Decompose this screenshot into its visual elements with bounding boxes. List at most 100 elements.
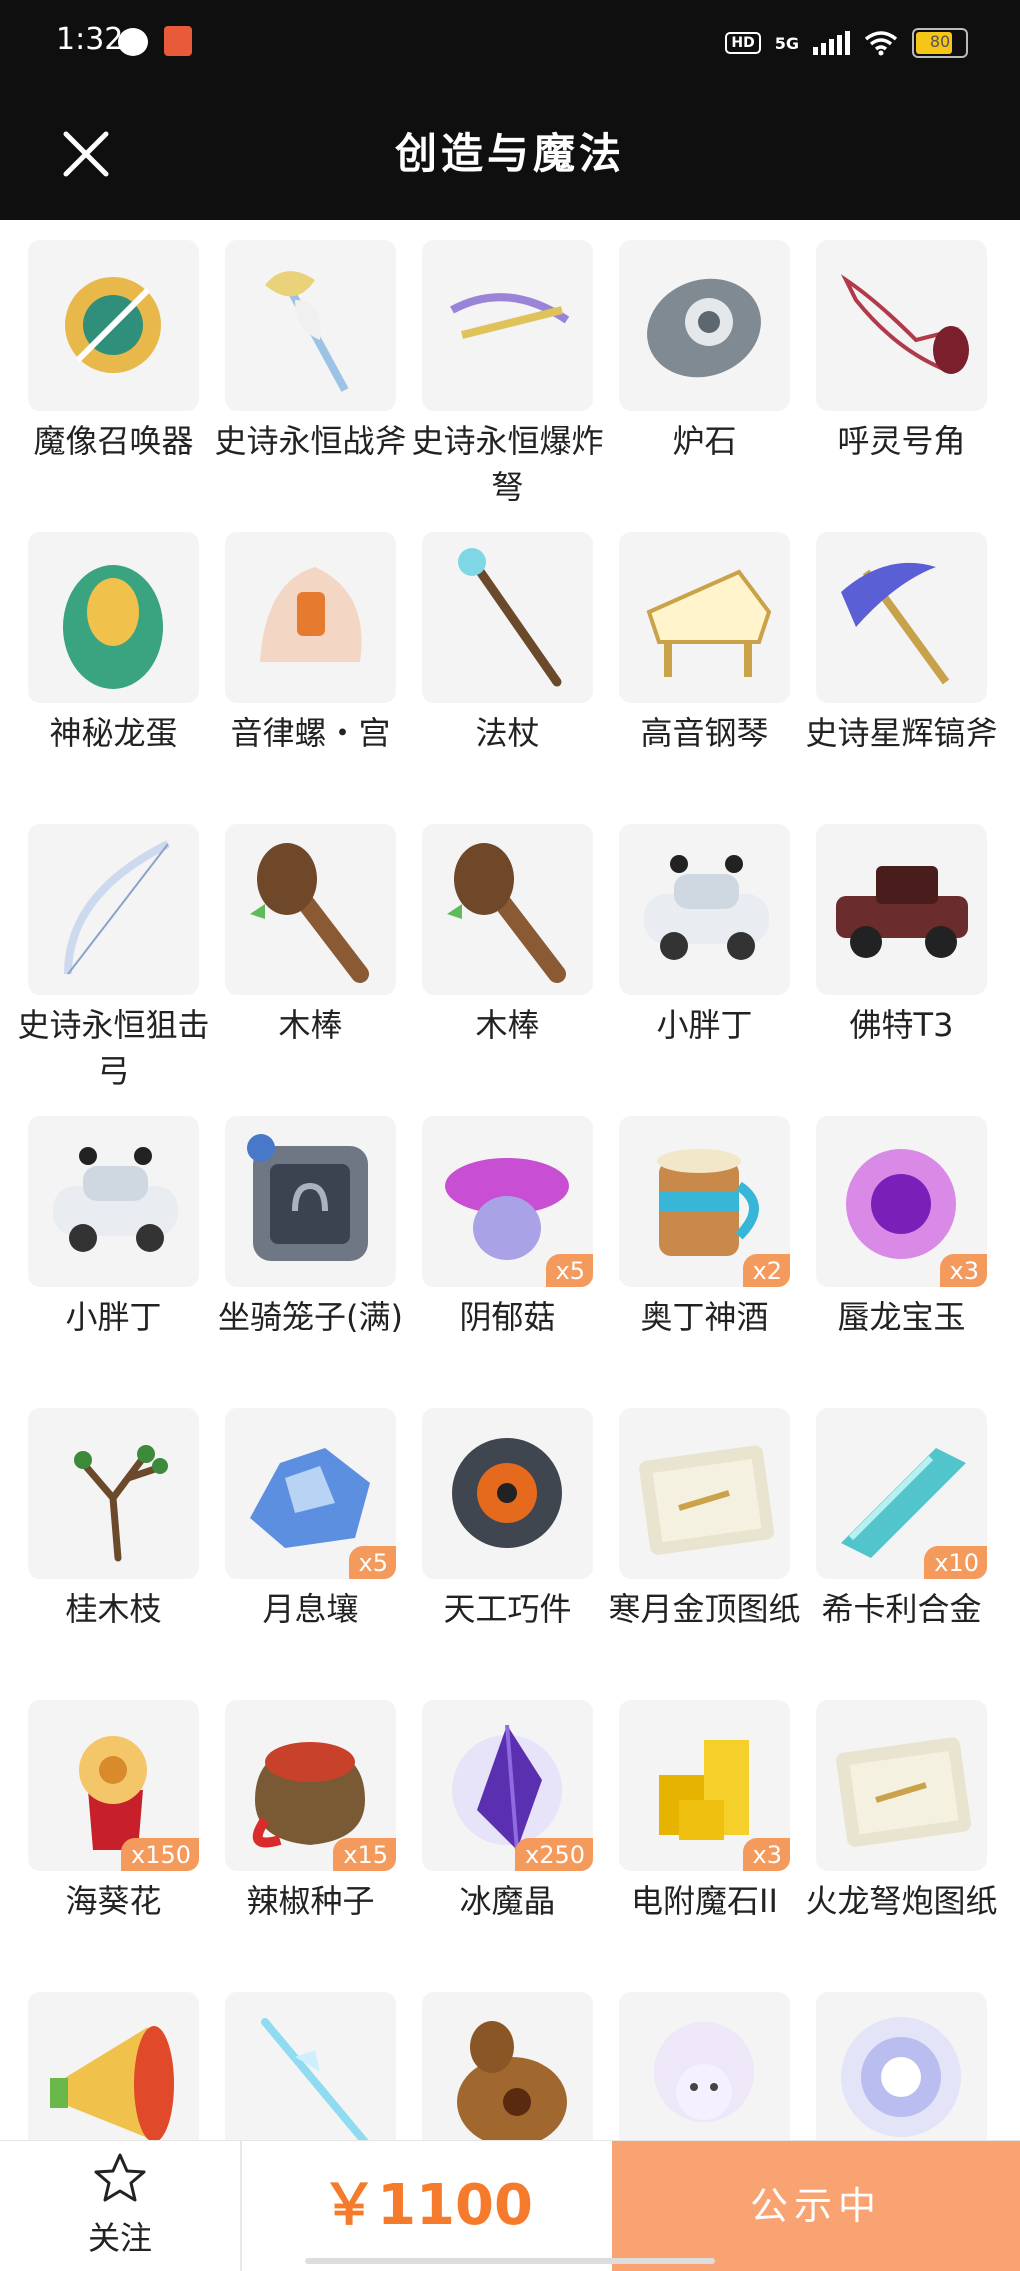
item-thumbnail [422,824,593,995]
item-thumbnail [619,240,790,411]
item-thumbnail [422,532,593,703]
grid-item[interactable] [816,1972,987,2140]
battery-level: 80 [929,32,951,51]
club-icon [250,843,369,983]
item-thumbnail [422,1992,593,2140]
item-name: 冰魔晶 [459,1882,556,1920]
branch-icon [74,1445,168,1562]
item-thumbnail [816,240,987,411]
item-name: 坐骑笼子(满) [218,1298,403,1336]
quantity-badge: x150 [120,1838,199,1871]
item-thumbnail [816,532,987,703]
item-thumbnail: x2 [619,1116,790,1287]
item-name: 辣椒种子 [246,1882,375,1920]
grid-item[interactable]: 法杖 [422,512,593,772]
item-name: 神秘龙蛋 [49,714,178,752]
pickaxe-icon [841,562,950,685]
item-thumbnail [619,532,790,703]
item-thumbnail: x150 [28,1700,199,1871]
grid-item[interactable]: 桂木枝 [28,1388,199,1648]
grid-item[interactable] [225,1972,396,2140]
network-type: 5G [774,33,799,53]
grid-item[interactable]: x5 月息壤 [225,1388,396,1648]
item-thumbnail [816,824,987,995]
grid-item[interactable]: 坐骑笼子(满) [218,1096,403,1356]
grid-item[interactable] [28,1972,199,2140]
grid-item[interactable]: x5 阴郁菇 [422,1096,593,1356]
grid-item[interactable]: x15 辣椒种子 [225,1680,396,1940]
grid-item[interactable]: 小胖丁 [619,804,790,1064]
grid-item[interactable]: 魔像召唤器 [28,220,199,480]
grid-item[interactable]: 高音钢琴 [619,512,790,772]
item-thumbnail [225,1116,396,1287]
publicity-status-button[interactable]: 公示中 [612,2141,1020,2271]
status-bar: 1:32 HD 5G 80 [0,0,1020,90]
home-indicator [305,2258,715,2264]
grid-item[interactable]: x2 奥丁神酒 [619,1096,790,1356]
grid-item[interactable]: 史诗永恒战斧 [214,220,407,480]
item-name: 月息壤 [262,1590,359,1628]
grid-item[interactable] [422,1972,593,2140]
item-thumbnail [225,240,396,411]
dragon-egg-icon [63,565,163,689]
item-thumbnail [816,1992,987,2140]
battery-icon: 80 [912,28,968,58]
vintage-car-icon [836,866,968,958]
grid-item[interactable] [619,1972,790,2140]
item-name: 火龙弩炮图纸 [805,1882,998,1920]
quantity-badge: x3 [939,1254,987,1287]
gear-part-icon [452,1438,562,1548]
star-icon [94,2153,146,2202]
grid-item[interactable]: 史诗星辉镐斧 [805,512,998,772]
grid-item[interactable]: x3 蜃龙宝玉 [816,1096,987,1356]
item-thumbnail [225,1992,396,2140]
follow-label: 关注 [87,2219,152,2257]
item-name: 小胖丁 [656,1006,753,1044]
item-name: 呼灵号角 [837,422,966,460]
grid-item[interactable]: 炉石 [619,220,790,480]
sheep-icon [654,2022,754,2122]
grid-item[interactable]: 小胖丁 [28,1096,199,1356]
item-thumbnail: x3 [816,1116,987,1287]
grid-item[interactable]: x10 希卡利合金 [816,1388,987,1648]
item-thumbnail: x5 [422,1116,593,1287]
grid-item[interactable]: 音律螺・宫 [225,512,396,772]
item-name: 木棒 [278,1006,343,1044]
grid-item[interactable]: 木棒 [422,804,593,1064]
item-name: 木棒 [475,1006,540,1044]
item-name: 史诗星辉镐斧 [805,714,998,752]
item-name: 阴郁菇 [459,1298,556,1336]
grid-item[interactable]: 天工巧件 [422,1388,593,1648]
grid-item[interactable]: x3 电附魔石II [619,1680,790,1940]
car-icon [53,1147,178,1252]
hd-icon: HD [725,32,761,54]
quantity-badge: x5 [348,1546,396,1579]
grid-item[interactable]: 寒月金顶图纸 [608,1388,801,1648]
conch-icon [260,567,362,662]
item-thumbnail [422,240,593,411]
item-thumbnail [816,1700,987,1871]
grid-item[interactable]: 火龙弩炮图纸 [805,1680,998,1940]
grid-item[interactable]: 史诗永恒爆炸弩 [411,220,604,506]
grid-item[interactable]: x250 冰魔晶 [422,1680,593,1940]
grid-item[interactable]: 呼灵号角 [816,220,987,480]
grid-item[interactable]: 史诗永恒狙击弓 [17,804,210,1090]
item-thumbnail: x3 [619,1700,790,1871]
item-name: 史诗永恒狙击弓 [17,1006,210,1090]
item-name: 寒月金顶图纸 [608,1590,801,1628]
quantity-badge: x250 [514,1838,593,1871]
blueprint-icon [836,1737,972,1847]
hearthstone-icon [647,278,761,378]
item-thumbnail [619,1992,790,2140]
follow-button[interactable]: 关注 [0,2141,242,2271]
item-name: 史诗永恒爆炸弩 [411,422,604,506]
grid-item[interactable]: 神秘龙蛋 [28,512,199,772]
grid-item[interactable]: 佛特T3 [816,804,987,1064]
item-thumbnail [28,532,199,703]
item-name: 桂木枝 [65,1590,162,1628]
grid-item[interactable]: x150 海葵花 [28,1680,199,1940]
item-name: 蜃龙宝玉 [837,1298,966,1336]
grid-item[interactable]: 木棒 [225,804,396,1064]
ice-spear-icon [261,2018,369,2140]
quantity-badge: x3 [742,1838,790,1871]
